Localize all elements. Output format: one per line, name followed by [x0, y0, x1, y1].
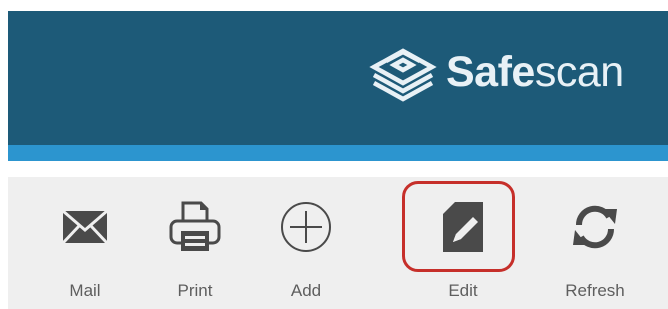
mail-label: Mail	[69, 281, 101, 300]
add-label: Add	[290, 281, 322, 300]
refresh-label: Refresh	[565, 281, 625, 300]
brand-name: Safescan	[446, 48, 624, 97]
edit-label: Edit	[448, 281, 478, 300]
plus-circle-icon	[281, 202, 331, 252]
refresh-button[interactable]: Refresh	[540, 177, 650, 309]
envelope-icon	[61, 209, 109, 245]
print-label: Print	[177, 281, 213, 300]
edit-document-icon	[443, 202, 483, 252]
brand-name-regular: scan	[534, 47, 624, 96]
print-button[interactable]: Print	[140, 177, 250, 309]
printer-icon	[169, 201, 221, 251]
header-bar: Safescan	[8, 11, 668, 145]
safescan-stack-icon	[369, 48, 437, 102]
brand-name-bold: Safe	[446, 47, 535, 96]
brand-logo: Safescan	[368, 37, 624, 107]
add-button[interactable]: Add	[251, 177, 361, 309]
refresh-icon	[573, 205, 617, 249]
toolbar: Mail Print Add Edit Refresh	[8, 177, 668, 309]
app-window: Safescan Mail Print Add Edit Refresh	[8, 11, 668, 309]
mail-button[interactable]: Mail	[30, 177, 140, 309]
edit-button[interactable]: Edit	[408, 177, 518, 309]
header-spacer	[8, 161, 668, 177]
accent-bar	[8, 145, 668, 161]
